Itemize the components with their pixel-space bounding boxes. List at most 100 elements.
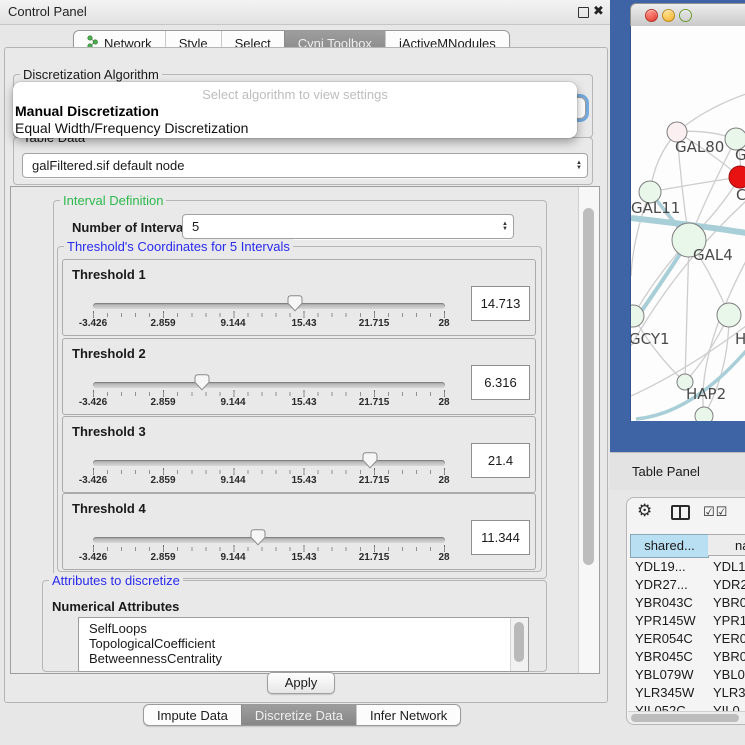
cell: YPR145W xyxy=(627,612,713,630)
threshold-2-panel: Threshold 2 -3.426 2.859 9.144 15.43 21.… xyxy=(62,338,536,415)
close-window-icon[interactable] xyxy=(645,9,658,22)
tick-label: 2.859 xyxy=(150,552,175,563)
popup-option-manual-discretization[interactable]: Manual Discretization xyxy=(15,103,159,119)
cell: YDR27... xyxy=(627,576,713,594)
table-row[interactable]: YPR145WYPR1 xyxy=(627,612,745,630)
table-row[interactable]: YBR045CYBR0 xyxy=(627,648,745,666)
label-partial-h: H xyxy=(735,330,745,348)
threshold-4-panel: Threshold 4 -3.426 2.859 9.144 15.43 21.… xyxy=(62,493,536,570)
attributes-list-scrollbar[interactable] xyxy=(510,618,528,671)
cell: YDL1 xyxy=(713,558,745,576)
table-data-value: galFiltered.sif default node xyxy=(23,158,571,173)
threshold-1-value[interactable]: 14.713 xyxy=(471,286,530,321)
cell: YBR045C xyxy=(627,648,713,666)
table-row[interactable]: YLR345WYLR3 xyxy=(627,684,745,702)
close-icon[interactable]: ✖ xyxy=(593,3,604,19)
threshold-2-value[interactable]: 6.316 xyxy=(471,365,530,400)
table-row[interactable]: YDL19...YDL1 xyxy=(627,558,745,576)
label-hap2: HAP2 xyxy=(686,385,726,403)
label-gcy1: GCY1 xyxy=(631,330,670,348)
tick-label: 15.43 xyxy=(291,552,316,563)
table-data-group: Table Data galFiltered.sif default node … xyxy=(13,137,593,185)
slider-minor-ticks xyxy=(93,392,445,396)
tick-label: 2.859 xyxy=(150,318,175,329)
tick-label: 28 xyxy=(438,552,449,563)
slider-tick-labels: -3.426 2.859 9.144 15.43 21.715 28 xyxy=(93,475,445,487)
tab-impute-data[interactable]: Impute Data xyxy=(144,705,241,725)
table-row[interactable]: YBR043CYBR0 xyxy=(627,594,745,612)
tab-discretize-data[interactable]: Discretize Data xyxy=(241,705,356,725)
gear-icon[interactable]: ⚙ xyxy=(637,501,652,521)
label-gal4: GAL4 xyxy=(693,246,733,264)
settings-vscrollbar-thumb[interactable] xyxy=(583,208,594,565)
tick-label: 28 xyxy=(438,318,449,329)
tab-infer-network[interactable]: Infer Network xyxy=(356,705,460,725)
table-row[interactable]: YDR27...YDR2 xyxy=(627,576,745,594)
table-hscrollbar-thumb[interactable] xyxy=(631,714,739,722)
table-data-combobox[interactable]: galFiltered.sif default node ▲▼ xyxy=(22,153,588,178)
network-canvas[interactable]: GAL80 G C GAL11 GAL4 GCY1 H HAP2 xyxy=(630,26,745,421)
node-partial-bottom[interactable] xyxy=(695,407,713,421)
zoom-window-icon[interactable] xyxy=(679,9,692,22)
split-table-icon[interactable] xyxy=(671,505,690,520)
threshold-1-slider[interactable] xyxy=(93,303,445,309)
threshold-1-slider-thumb[interactable] xyxy=(287,295,303,312)
tick-label: 15.43 xyxy=(291,397,316,408)
table-row[interactable]: YIL052CYIL0 xyxy=(627,702,745,711)
tick-label: -3.426 xyxy=(79,475,107,486)
column-checkboxes-icon[interactable]: ☑☑ xyxy=(703,504,728,520)
column-header-shared-name[interactable]: shared... xyxy=(630,534,709,558)
node-right[interactable] xyxy=(717,303,741,327)
table-rows[interactable]: YDL19...YDL1 YDR27...YDR2 YBR043CYBR0 YP… xyxy=(627,558,745,711)
table-row[interactable]: YER054CYER0 xyxy=(627,630,745,648)
threshold-4-label: Threshold 4 xyxy=(72,501,146,516)
threshold-1-label: Threshold 1 xyxy=(72,267,146,282)
label-partial-c: C xyxy=(736,186,745,204)
minimize-window-icon[interactable] xyxy=(662,9,675,22)
network-window-titlebar[interactable] xyxy=(630,3,745,28)
num-intervals-combobox[interactable]: 5 ▲▼ xyxy=(182,214,514,239)
threshold-4-value[interactable]: 11.344 xyxy=(471,520,530,555)
cell: YDR2 xyxy=(713,576,745,594)
cell: YIL052C xyxy=(627,702,713,711)
threshold-4-slider[interactable] xyxy=(93,537,445,543)
table-row[interactable]: YBL079WYBL0 xyxy=(627,666,745,684)
combo-stepper-icon: ▲▼ xyxy=(497,222,513,232)
tick-label: 9.144 xyxy=(220,318,245,329)
threshold-2-slider[interactable] xyxy=(93,382,445,388)
tick-label: 21.715 xyxy=(359,397,390,408)
slider-minor-ticks xyxy=(93,313,445,317)
bottom-tabstrip: Impute Data Discretize Data Infer Networ… xyxy=(143,704,461,726)
num-intervals-label: Number of Intervals xyxy=(72,220,194,235)
column-header-name[interactable]: na xyxy=(708,534,745,556)
popup-option-equal-width-frequency[interactable]: Equal Width/Frequency Discretization xyxy=(15,120,248,136)
cell: YBR0 xyxy=(713,648,745,666)
threshold-3-value[interactable]: 21.4 xyxy=(471,443,530,478)
tick-label: -3.426 xyxy=(79,397,107,408)
slider-minor-ticks xyxy=(93,547,445,551)
control-panel-title: Control Panel xyxy=(8,4,87,19)
cell: YER0 xyxy=(713,630,745,648)
numerical-attributes-label: Numerical Attributes xyxy=(52,599,179,614)
threshold-2-slider-thumb[interactable] xyxy=(194,374,210,391)
threshold-3-slider[interactable] xyxy=(93,460,445,466)
table-panel-title: Table Panel xyxy=(632,464,700,479)
tick-label: -3.426 xyxy=(79,552,107,563)
threshold-3-panel: Threshold 3 -3.426 2.859 9.144 15.43 21.… xyxy=(62,416,536,493)
cell: YDL19... xyxy=(627,558,713,576)
algorithm-popup-hint: Select algorithm to view settings xyxy=(13,87,577,102)
thresholds-group-title: Threshold's Coordinates for 5 Intervals xyxy=(64,239,293,254)
settings-vscrollbar[interactable] xyxy=(578,187,599,673)
tick-label: 21.715 xyxy=(359,475,390,486)
threshold-4-slider-thumb[interactable] xyxy=(250,529,266,546)
apply-button[interactable]: Apply xyxy=(267,672,335,694)
float-window-icon[interactable] xyxy=(578,7,589,18)
attributes-list-scrollbar-thumb[interactable] xyxy=(514,622,524,662)
tick-label: 9.144 xyxy=(220,397,245,408)
threshold-3-slider-thumb[interactable] xyxy=(362,452,378,469)
list-item[interactable]: TopologicalCoefficient xyxy=(79,636,528,651)
list-item[interactable]: BetweennessCentrality xyxy=(79,651,528,666)
table-hscrollbar[interactable] xyxy=(628,711,745,724)
numerical-attributes-list[interactable]: SelfLoops TopologicalCoefficient Between… xyxy=(78,617,529,672)
list-item[interactable]: SelfLoops xyxy=(79,621,528,636)
